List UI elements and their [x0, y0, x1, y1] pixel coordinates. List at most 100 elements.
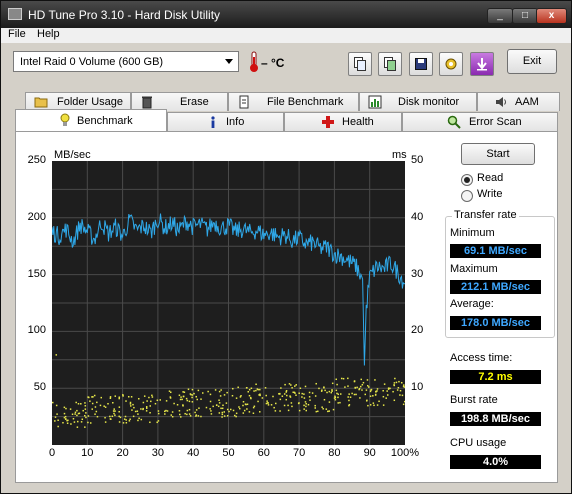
app-icon — [8, 8, 22, 20]
tab-health[interactable]: Health — [284, 112, 402, 131]
access-time-point — [290, 384, 292, 386]
access-time-point — [356, 386, 358, 389]
access-time-point — [74, 411, 77, 414]
save-button[interactable] — [409, 52, 433, 76]
burst-rate-value: 198.8 MB/sec — [450, 412, 541, 426]
menu-help[interactable]: Help — [37, 28, 60, 40]
access-time-point — [248, 388, 251, 391]
tab-benchmark[interactable]: Benchmark — [15, 109, 167, 131]
access-time-point — [334, 398, 337, 401]
access-time-point — [290, 402, 293, 404]
access-time-point — [242, 404, 244, 407]
minimize-button[interactable]: _ — [487, 8, 513, 24]
access-time-point — [392, 390, 394, 393]
access-time-point — [169, 396, 172, 398]
drive-select[interactable]: Intel Raid 0 Volume (600 GB) — [13, 51, 239, 72]
read-radio[interactable] — [461, 174, 473, 186]
access-time-point — [109, 397, 112, 400]
access-time-point — [114, 410, 116, 412]
access-time-point — [347, 377, 349, 380]
copy-screenshot-button[interactable] — [378, 52, 402, 76]
access-time-point — [77, 420, 79, 423]
tab-disk-monitor[interactable]: Disk monitor — [359, 92, 477, 111]
access-time-point — [315, 382, 317, 385]
access-time-point — [250, 387, 253, 390]
access-time-point — [243, 409, 246, 412]
access-time-point — [89, 400, 91, 402]
access-time-point — [56, 413, 58, 415]
access-time-point — [149, 411, 151, 414]
access-time-point — [376, 390, 378, 392]
download-button[interactable] — [470, 52, 494, 76]
access-time-point — [134, 410, 137, 413]
exit-button[interactable]: Exit — [507, 49, 557, 74]
close-button[interactable]: x — [536, 8, 567, 24]
access-time-point — [145, 407, 148, 409]
x-tick-label: 50 — [222, 447, 235, 459]
lightbulb-icon — [60, 113, 70, 126]
access-time-point — [304, 401, 307, 403]
access-time-point — [205, 406, 208, 409]
tab-file-benchmark[interactable]: File Benchmark — [228, 92, 359, 111]
access-time-point — [75, 401, 77, 404]
copy-text-button[interactable] — [348, 52, 372, 76]
access-time-point — [104, 416, 106, 419]
access-time-point — [182, 391, 184, 393]
access-time-point — [149, 405, 151, 407]
access-time-point — [287, 409, 290, 412]
cpu-usage-value: 4.0% — [450, 455, 541, 469]
access-time-point — [366, 399, 368, 402]
access-time-point — [209, 393, 212, 396]
access-time-point — [330, 391, 333, 394]
tab-label: Error Scan — [469, 116, 522, 128]
right-tick-label: 40 — [411, 210, 424, 223]
access-time-point — [122, 394, 124, 396]
tab-aam[interactable]: AAM — [477, 92, 560, 111]
access-time-point — [336, 392, 338, 395]
access-time-point — [395, 381, 398, 384]
x-tick-label: 10 — [81, 447, 94, 459]
access-time-point — [218, 402, 221, 404]
access-time-point — [372, 395, 374, 397]
access-time-point — [94, 413, 96, 415]
access-time-point — [130, 405, 132, 407]
menu-file[interactable]: File — [8, 28, 26, 40]
maximize-button[interactable]: □ — [512, 8, 538, 24]
access-time-point — [347, 396, 349, 398]
tab-info[interactable]: Info — [167, 112, 284, 131]
options-button[interactable] — [439, 52, 463, 76]
access-time-point — [386, 390, 388, 392]
access-time-point — [359, 385, 362, 388]
access-time-point — [149, 421, 151, 424]
start-button[interactable]: Start — [461, 143, 535, 165]
access-time-point — [66, 422, 69, 424]
access-time-point — [198, 407, 200, 409]
access-time-point — [189, 393, 192, 395]
access-time-point — [331, 389, 333, 391]
access-time-point — [294, 392, 296, 394]
access-time-point — [128, 420, 131, 422]
access-time-point — [265, 394, 267, 397]
tab-error-scan[interactable]: Error Scan — [402, 112, 558, 131]
access-time-point — [403, 400, 406, 403]
access-time-point — [220, 407, 222, 410]
access-time-point — [195, 409, 198, 411]
access-time-point — [132, 403, 134, 406]
speaker-icon — [496, 97, 506, 107]
title-bar[interactable]: HD Tune Pro 3.10 - Hard Disk Utility _ □… — [1, 1, 571, 28]
access-time-point — [365, 389, 368, 391]
access-time-point — [303, 404, 305, 407]
access-time-point — [339, 393, 342, 395]
benchmark-chart — [51, 161, 406, 445]
access-time-point — [159, 399, 162, 401]
health-cross-icon — [322, 116, 334, 128]
access-time-point — [129, 401, 132, 404]
access-time-point — [374, 393, 377, 396]
access-time-point — [109, 396, 112, 398]
access-time-point — [339, 401, 341, 404]
access-time-point — [188, 413, 191, 415]
access-time-point — [397, 386, 400, 389]
copy-screenshot-icon — [384, 57, 396, 71]
access-time-point — [186, 399, 189, 402]
write-radio[interactable] — [461, 190, 473, 202]
